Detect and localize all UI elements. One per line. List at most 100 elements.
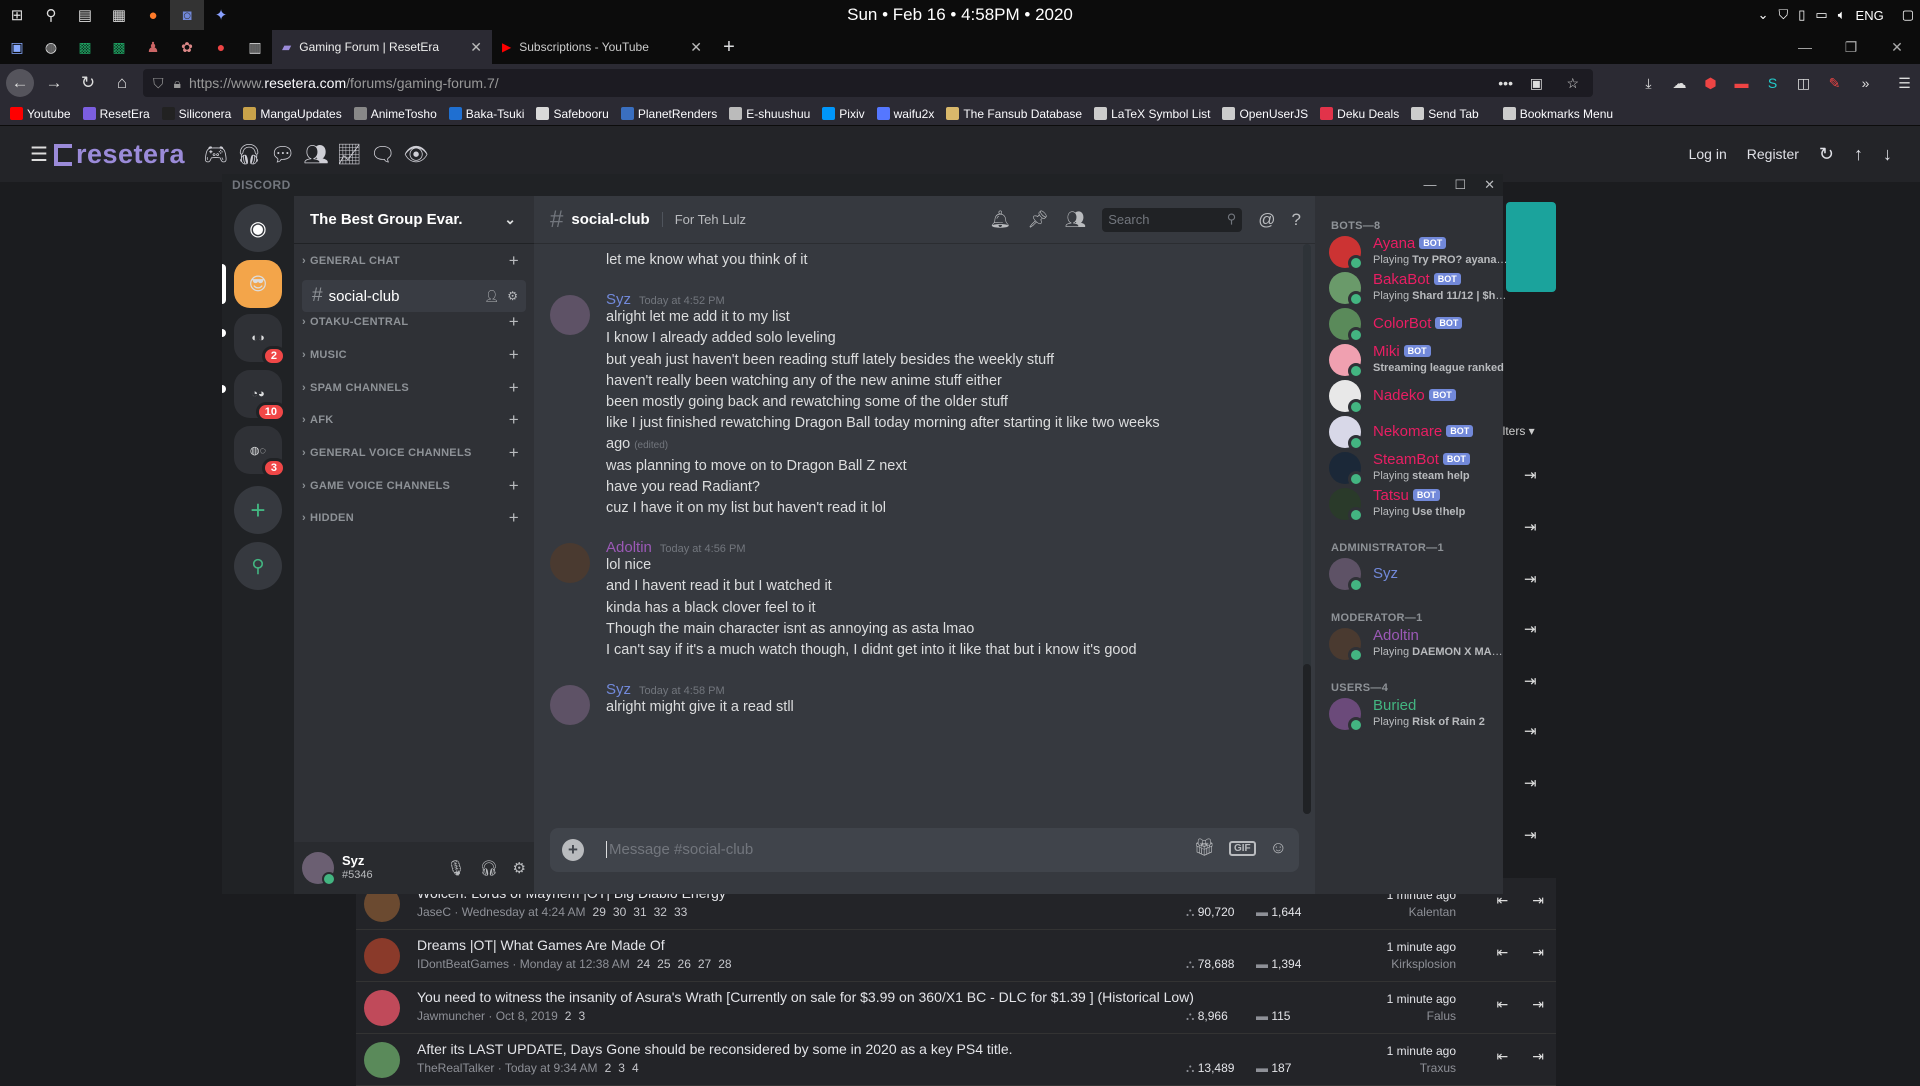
member-item[interactable]: ColorBot BOT [1329, 304, 1499, 344]
site-logo[interactable]: resetera [53, 139, 185, 170]
bookmark-star-icon[interactable]: ☆ [1566, 75, 1579, 92]
thread-author[interactable]: IDontBeatGames [417, 957, 509, 971]
pinned-tab-6[interactable]: ✿ [170, 30, 204, 64]
jump-last-icon[interactable]: ⇥ [1524, 518, 1537, 536]
upload-button[interactable]: + [562, 839, 584, 861]
channel-category[interactable]: › OTAKU-CENTRAL + [302, 312, 527, 332]
emoji-icon[interactable]: ☺ [1270, 838, 1287, 858]
thread-author[interactable]: JaseC [417, 905, 451, 919]
login-link[interactable]: Log in [1689, 146, 1727, 162]
tray-icon[interactable]: ⛉ [1779, 7, 1789, 23]
reader-icon[interactable]: ▣ [1530, 75, 1543, 92]
thread-author[interactable]: TheRealTalker [417, 1061, 494, 1075]
add-server-button[interactable]: + [234, 486, 282, 534]
server-icon-best-group[interactable]: 😎︎ [234, 260, 282, 308]
extension-icon-6[interactable]: ✎ [1819, 75, 1850, 92]
hamburger-menu-icon[interactable]: ☰ [30, 142, 48, 167]
bookmark-item[interactable]: LaTeX Symbol List [1094, 107, 1210, 121]
member-item[interactable]: BakaBot BOT Playing Shard 11/12 | $help [1329, 268, 1508, 308]
server-folder-2[interactable]: ◔◕ 10 [234, 370, 286, 422]
minimize-button[interactable]: — [1782, 30, 1828, 64]
extension-icon-2[interactable]: ⬢ [1695, 75, 1726, 92]
refresh-icon[interactable]: ↻ [1819, 144, 1834, 165]
page-link[interactable]: 2 [605, 1061, 612, 1075]
menu-icon[interactable]: ☰ [1889, 75, 1920, 92]
gear-icon[interactable]: ⚙ [513, 859, 526, 877]
gear-icon[interactable]: ⚙ [507, 289, 518, 303]
trending-icon[interactable]: 📈︎ [337, 142, 362, 167]
close-tab-icon[interactable]: ✕ [470, 39, 482, 56]
user-info[interactable]: Syz #5346 [342, 853, 373, 883]
thread-row[interactable]: After its LAST UPDATE, Days Gone should … [356, 1034, 1556, 1086]
page-link[interactable]: 32 [654, 905, 667, 919]
mentions-icon[interactable]: @ [1258, 210, 1275, 230]
jump-last-icon[interactable]: ⇥ [1524, 722, 1537, 740]
bookmark-item[interactable]: The Fansub Database [946, 107, 1082, 121]
discord-maximize-button[interactable]: ☐ [1454, 174, 1466, 196]
scroll-up-icon[interactable]: ↑ [1854, 144, 1863, 165]
add-channel-icon[interactable]: + [509, 312, 519, 332]
message-composer[interactable]: + Message #social-club 🎁︎ GIF ☺ [550, 828, 1299, 872]
last-post-time[interactable]: 1 minute ago [1387, 992, 1456, 1006]
bookmark-item[interactable]: Safebooru [536, 107, 609, 121]
pinned-tab-5[interactable]: ♟ [136, 30, 170, 64]
page-link[interactable]: 31 [633, 905, 646, 919]
gif-icon[interactable]: GIF [1228, 840, 1256, 856]
downloads-icon[interactable]: ⤓ [1633, 75, 1664, 92]
lock-icon[interactable]: 🔒︎ [174, 75, 181, 92]
channel-category[interactable]: › AFK + [302, 410, 527, 429]
chat-bubble-icon[interactable]: 💬︎ [270, 142, 295, 167]
bookmark-item[interactable]: Send Tab [1411, 107, 1479, 121]
close-window-button[interactable]: ✕ [1874, 30, 1920, 64]
avatar[interactable] [302, 852, 336, 886]
last-poster[interactable]: Kalentan [1409, 905, 1456, 919]
bookmark-item[interactable]: Youtube [10, 107, 71, 121]
discord-taskbar-icon[interactable]: ◙ [170, 0, 204, 30]
restore-button[interactable]: ❐ [1828, 30, 1874, 64]
thread-row[interactable]: You need to witness the insanity of Asur… [356, 982, 1556, 1034]
member-item[interactable]: AyanaBOT Playing Try PRO? ayana.io/pr... [1329, 232, 1508, 272]
scrollbar-thumb[interactable] [1303, 664, 1311, 814]
register-link[interactable]: Register [1747, 146, 1799, 162]
page-link[interactable]: 24 [637, 957, 650, 971]
page-link[interactable]: 29 [593, 905, 606, 919]
jump-first-icon[interactable]: ⇤ [1497, 892, 1509, 909]
add-channel-icon[interactable]: + [509, 443, 519, 463]
avatar[interactable] [364, 1042, 400, 1078]
last-poster[interactable]: Traxus [1420, 1061, 1456, 1075]
page-link[interactable]: 25 [657, 957, 670, 971]
page-link[interactable]: 28 [718, 957, 731, 971]
page-link[interactable]: 3 [578, 1009, 585, 1023]
users-icon[interactable]: 👥︎ [303, 142, 328, 167]
message-author[interactable]: Syz [606, 681, 631, 698]
message-author[interactable]: Adoltin [606, 539, 652, 556]
chevron-down-icon[interactable]: ⌄ [504, 211, 516, 228]
channel-category[interactable]: › HIDDEN + [302, 508, 527, 527]
page-link[interactable]: 27 [698, 957, 711, 971]
member-item[interactable]: SteamBot BOT Playing steam help [1329, 448, 1499, 488]
thread-title[interactable]: You need to witness the insanity of Asur… [417, 989, 1194, 1005]
back-button[interactable]: ← [6, 69, 34, 97]
page-link[interactable]: 33 [674, 905, 687, 919]
jump-last-icon[interactable]: ⇥ [1532, 892, 1544, 909]
extension-icon-4[interactable]: S [1757, 75, 1788, 91]
forward-button[interactable]: → [37, 64, 71, 102]
volume-icon[interactable]: 🔈︎ [1838, 7, 1846, 23]
bookmark-item[interactable]: ResetEra [82, 107, 150, 121]
page-link[interactable]: 30 [613, 905, 626, 919]
overflow-icon[interactable]: » [1850, 75, 1881, 91]
bookmark-item[interactable]: AnimeTosho [353, 107, 437, 121]
discord-close-button[interactable]: ✕ [1484, 174, 1495, 196]
thread-author[interactable]: Jawmuncher [417, 1009, 485, 1023]
bookmark-item[interactable]: PlanetRenders [620, 107, 717, 121]
pinned-tab-4[interactable]: ▩ [102, 30, 136, 64]
server-folder-3[interactable]: ◍◌ 3 [234, 426, 286, 478]
bookmark-item[interactable]: waifu2x [876, 107, 934, 121]
extension-icon-5[interactable]: ◫ [1788, 75, 1819, 92]
channel-social-club[interactable]: # social-club 👤︎ ⚙ [302, 280, 526, 312]
tray-chevron-icon[interactable]: ⌄ [1758, 7, 1769, 23]
invite-icon[interactable]: 👤︎ [484, 289, 499, 303]
member-item[interactable]: Tatsu BOT Playing Use t!help [1329, 484, 1499, 524]
add-channel-icon[interactable]: + [509, 251, 519, 271]
jump-last-icon[interactable]: ⇥ [1524, 774, 1537, 792]
